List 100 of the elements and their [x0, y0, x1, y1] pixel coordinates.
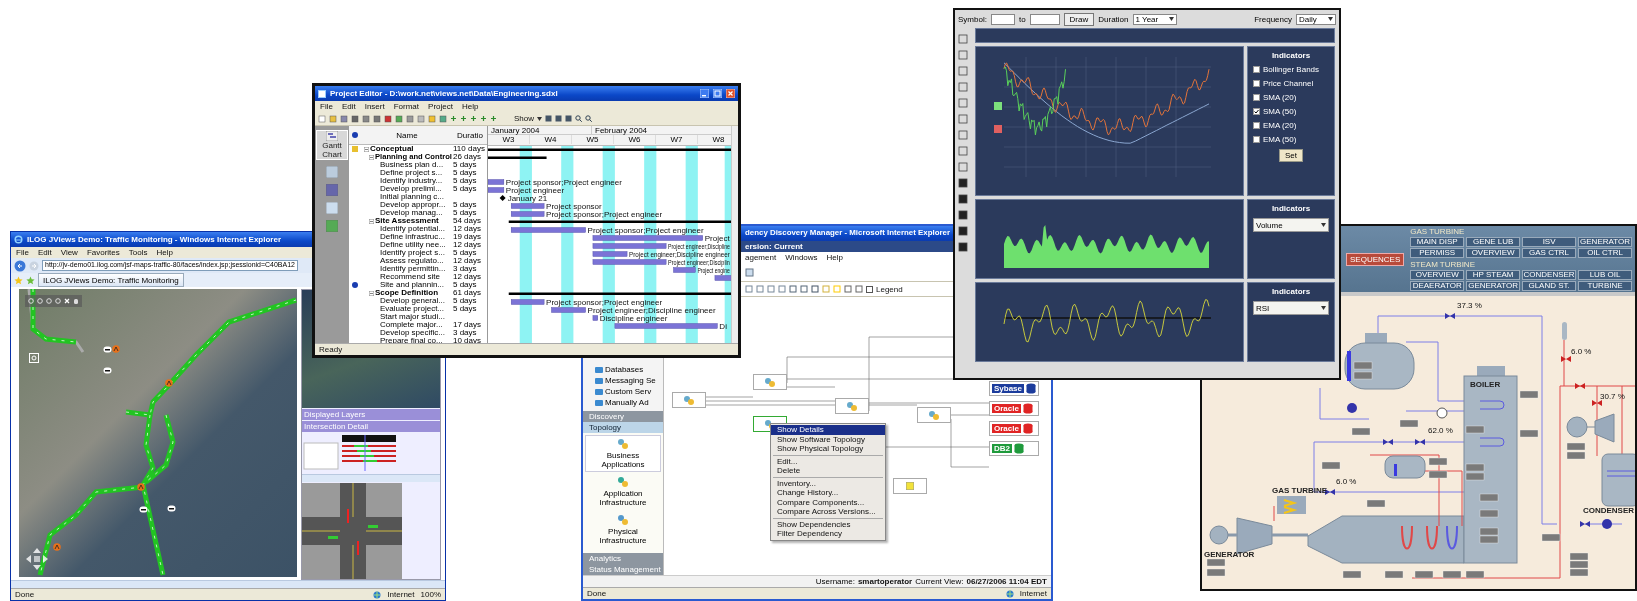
- task-name: Planning and Control: [375, 152, 452, 161]
- unit-label: GAS TURBINE: [1272, 486, 1328, 495]
- week-label: W3: [488, 135, 530, 144]
- database-tag: Oracle: [992, 404, 1021, 413]
- week-label: W5: [572, 135, 614, 144]
- task-duration: 61 days: [453, 288, 482, 297]
- week-label: W7: [656, 135, 698, 144]
- database-tag: Sybase: [992, 384, 1025, 393]
- task-duration: 26 days: [453, 152, 482, 161]
- status-text: Done: [15, 590, 35, 599]
- task-name: Start major studi...: [380, 312, 445, 321]
- task-duration: 5 days: [453, 176, 477, 185]
- panel-title: Indicators: [1270, 51, 1312, 60]
- unit-label: CONDENSER: [1582, 506, 1634, 515]
- task-name: Identify project s...: [380, 248, 445, 258]
- week-label: W6: [614, 135, 656, 144]
- task-duration: 54 days: [453, 216, 482, 225]
- task-duration: 5 days: [453, 184, 477, 194]
- column-header: Duratio: [456, 130, 484, 140]
- duration-label: Duration: [1098, 14, 1129, 24]
- task-name: Develop prelimi...: [380, 184, 442, 193]
- task-name: Develop general...: [380, 296, 445, 305]
- task-name: Site Assessment: [375, 216, 439, 226]
- task-duration: 5 days: [453, 160, 477, 169]
- version-label: ersion: Current: [745, 242, 803, 251]
- database-tag: DB2: [992, 444, 1012, 453]
- task-duration: 12 days: [453, 240, 482, 249]
- resource-label: Project sponsor;Project engineer: [546, 298, 663, 307]
- task-name: Conceptual: [370, 144, 414, 153]
- resource-label: Discipline engineer: [599, 314, 668, 323]
- username-value: smartoperator: [857, 577, 913, 586]
- resource-label: Project engineer: [505, 186, 565, 195]
- task-duration: 3 days: [453, 264, 477, 273]
- column-header: Name: [395, 130, 419, 140]
- task-name: Develop specific...: [380, 328, 445, 337]
- to-label: to: [1018, 14, 1026, 24]
- task-duration: 5 days: [453, 208, 477, 217]
- group-label: GAS TURBINE: [1410, 227, 1466, 236]
- task-duration: 5 days: [453, 200, 477, 209]
- task-duration: 110 days: [453, 144, 485, 153]
- checkbox-label: Price Channel: [1263, 79, 1314, 88]
- security-zone: Internet: [1019, 589, 1047, 598]
- task-duration: 5 days: [453, 304, 477, 314]
- task-name: Assess regulato...: [380, 256, 444, 266]
- task-name: Identify permittin...: [380, 264, 446, 273]
- window-title: dency Discovery Manager - Microsoft Internet Explorer: [745, 229, 951, 238]
- window-title: ILOG JViews Demo: Traffic Monitoring - Windows Internet Explorer: [27, 235, 282, 244]
- task-duration: 5 days: [453, 168, 477, 177]
- view-value: 06/27/2006 11:04 EDT: [966, 577, 1047, 586]
- task-name: Develop manag...: [380, 208, 443, 217]
- task-name: Scope Definition: [375, 288, 439, 297]
- resource-label: January 21: [507, 194, 548, 203]
- frequency-label: Frequency: [1254, 14, 1292, 24]
- checkbox-label: Legend: [876, 284, 903, 294]
- valve-reading: 6.0 %: [1336, 477, 1357, 486]
- task-name: Prepare final co...: [380, 336, 443, 346]
- task-duration: 12 days: [453, 256, 482, 266]
- symbol-label: Symbol:: [958, 14, 987, 24]
- checkbox-label: EMA (20): [1263, 121, 1297, 130]
- task-name: Initial planning c...: [380, 192, 445, 201]
- resource-label: Project sponsor;Project engineer: [546, 210, 663, 219]
- task-duration: 12 days: [453, 224, 482, 233]
- valve-reading: 30.7 %: [1600, 392, 1625, 401]
- task-name: Define infrastruc...: [380, 232, 445, 242]
- group-label: STEAM TURBINE: [1410, 260, 1476, 269]
- task-duration: 3 days: [453, 328, 477, 337]
- task-name: Evaluate project...: [380, 304, 445, 313]
- task-duration: 17 days: [453, 320, 482, 329]
- week-label: W4: [530, 135, 572, 144]
- task-name: Define utility nee...: [380, 240, 446, 249]
- security-zone: Internet: [387, 590, 415, 599]
- panel-title: Indicators: [1270, 204, 1312, 213]
- resource-label: Di: [719, 322, 727, 331]
- valve-reading: 37.3 %: [1457, 301, 1482, 310]
- task-name: Develop appropr...: [380, 200, 446, 209]
- resource-label: Project engineer;Discipline engineer: [587, 306, 716, 315]
- panel-title: Indicators: [1270, 287, 1312, 296]
- status-text: Done: [587, 589, 607, 598]
- checkbox-label: EMA (50): [1263, 135, 1297, 144]
- show-label: Show: [514, 114, 534, 123]
- window-title: Project Editor - D:\work.net\views.net\Data\Engineering.sdxl: [330, 89, 558, 98]
- task-duration: 5 days: [453, 248, 477, 258]
- checkbox-label: SMA (50): [1263, 107, 1297, 116]
- task-name: Site and plannin...: [380, 280, 445, 289]
- task-duration: 19 days: [453, 232, 482, 241]
- unit-label: GENERATOR: [1204, 550, 1255, 559]
- checkbox-label: Bollinger Bands: [1263, 65, 1320, 74]
- unit-label: BOILER: [1470, 380, 1501, 389]
- checkbox-label: SMA (20): [1263, 93, 1297, 102]
- view-label: Current View:: [915, 577, 964, 586]
- task-name: Define project s...: [380, 168, 443, 177]
- task-name: Identify industry...: [380, 176, 443, 185]
- task-duration: 5 days: [453, 280, 477, 289]
- valve-reading: 6.0 %: [1571, 347, 1592, 356]
- month-label: January 2004: [488, 126, 592, 134]
- zoom-level: 100%: [420, 590, 441, 599]
- task-duration: 5 days: [453, 296, 477, 305]
- task-name: Complete major...: [380, 320, 443, 329]
- resource-label: Project sponsor: [546, 202, 602, 211]
- resource-label: Project sponsor;Project engineer: [587, 226, 704, 235]
